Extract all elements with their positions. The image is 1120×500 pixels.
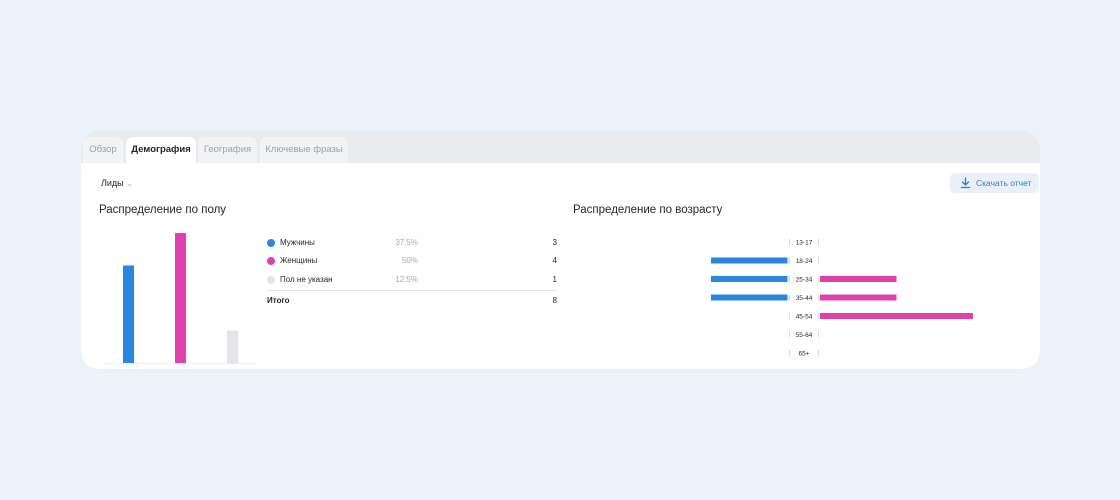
- chevron-down-icon: ⌄: [126, 181, 133, 188]
- tab-bar: Обзор Демография География Ключевые фраз…: [81, 131, 1040, 163]
- age-category-label: 13-17: [796, 240, 813, 247]
- gender-bar: [227, 330, 238, 363]
- legend-row-male: Мужчины 37.5% 3: [267, 236, 557, 250]
- legend-row-female: Женщины 50% 4: [267, 254, 557, 268]
- legend-name: Мужчины: [280, 238, 315, 247]
- legend-count: 1: [552, 275, 557, 284]
- age-category-label: 18-24: [796, 258, 813, 265]
- legend-count: 3: [552, 238, 557, 247]
- age-category-label: 65+: [798, 351, 809, 358]
- filter-label: Лиды: [101, 178, 124, 188]
- legend-percent: 37.5%: [395, 238, 418, 247]
- total-label: Итого: [267, 296, 290, 305]
- age-bar-right: [820, 294, 897, 301]
- age-category-label: 45-54: [796, 314, 813, 321]
- gender-bar-chart: [105, 233, 257, 364]
- age-category-label: 25-34: [796, 277, 813, 284]
- legend-count: 4: [552, 256, 557, 265]
- age-bar-right: [820, 276, 897, 282]
- demography-card: Обзор Демография География Ключевые фраз…: [81, 131, 1040, 369]
- age-bar-right: [820, 313, 973, 319]
- age-bar-chart: 13-17 18-24 25-34 35-44 45-54 55-64 65+: [711, 239, 973, 358]
- total-count: 8: [552, 296, 557, 305]
- gender-section-title: Распределение по полу: [99, 204, 227, 216]
- tab-demography[interactable]: Демография: [126, 137, 196, 163]
- leads-filter-dropdown[interactable]: Лиды ⌄: [101, 178, 133, 188]
- female-dot: [267, 257, 275, 265]
- age-bar-left: [711, 294, 788, 301]
- page-background: Обзор Демография География Ключевые фраз…: [0, 0, 1120, 500]
- legend-name: Женщины: [280, 256, 318, 265]
- download-icon: [960, 177, 971, 189]
- tab-overview[interactable]: Обзор: [83, 137, 123, 163]
- legend-percent: 12.5%: [395, 275, 418, 284]
- download-report-label: Скачать отчет: [976, 178, 1032, 188]
- age-bar-left: [711, 276, 788, 282]
- male-dot: [267, 239, 275, 247]
- tab-keywords[interactable]: Ключевые фразы: [260, 137, 348, 163]
- gender-bar: [175, 233, 186, 363]
- legend-row-unknown: Пол не указан 12.5% 1: [267, 273, 557, 287]
- legend-total-row: Итого 8: [267, 296, 557, 305]
- age-category-label: 55-64: [796, 332, 813, 339]
- age-section-title: Распределение по возрасту: [573, 204, 723, 216]
- tab-geography[interactable]: География: [198, 137, 257, 163]
- age-bar-left: [711, 257, 788, 264]
- legend-percent: 50%: [401, 256, 418, 265]
- legend-name: Пол не указан: [280, 275, 333, 284]
- download-report-button[interactable]: Скачать отчет: [950, 173, 1039, 193]
- age-category-label: 35-44: [796, 295, 813, 302]
- gender-bar: [123, 265, 134, 363]
- unknown-dot: [267, 276, 275, 284]
- legend-divider: [267, 290, 557, 291]
